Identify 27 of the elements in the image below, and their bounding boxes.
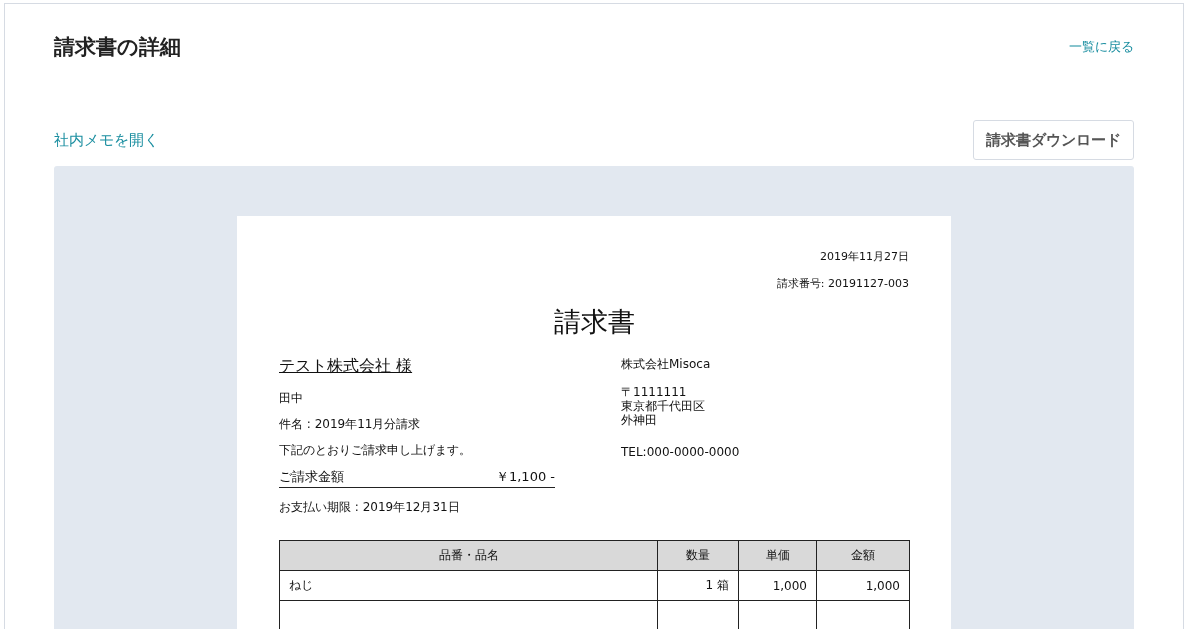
column-header: 品番・品名 — [279, 540, 658, 571]
page-title: 請求書の詳細 — [54, 34, 181, 61]
column-header: 金額 — [816, 540, 910, 571]
address-line: 〒1111111 — [621, 385, 688, 399]
address-line: 東京都千代田区 — [621, 399, 706, 413]
address-line: 外神田 — [621, 413, 658, 427]
table-cell: 1,000 — [816, 570, 910, 601]
invoice-date: 2019年11月27日 — [819, 249, 909, 265]
memo-link[interactable]: 社内メモを開く — [54, 130, 159, 150]
invoice-heading: 請求書 — [552, 305, 636, 339]
subject-text: 件名 : 2019年11月分請求 — [279, 417, 422, 431]
message-text: 下記のとおりご請求申し上げます。 — [279, 443, 472, 457]
issuer-name: 株式会社Misoca — [621, 356, 712, 373]
issuer-tel: TEL:000-0000-0000 — [621, 445, 740, 459]
invoice-number: 請求番号: 20191127-003 — [775, 276, 909, 292]
recipient-name: テスト株式会社 様 — [279, 356, 413, 377]
table-cell: 1,000 — [738, 570, 817, 601]
table-cell: 1 箱 — [657, 570, 739, 601]
amount-label: ご請求金額 — [279, 468, 344, 486]
contact-name: 田中 — [279, 391, 304, 405]
due-date: お支払い期限 : 2019年12月31日 — [279, 500, 461, 514]
table-cell: ねじ — [279, 570, 658, 601]
back-link[interactable]: 一覧に戻る — [1069, 38, 1134, 56]
column-header: 単価 — [738, 540, 817, 571]
amount-value: ￥1,100 - — [495, 468, 555, 486]
download-button[interactable]: 請求書ダウンロード — [973, 120, 1134, 160]
column-header: 数量 — [657, 540, 739, 571]
